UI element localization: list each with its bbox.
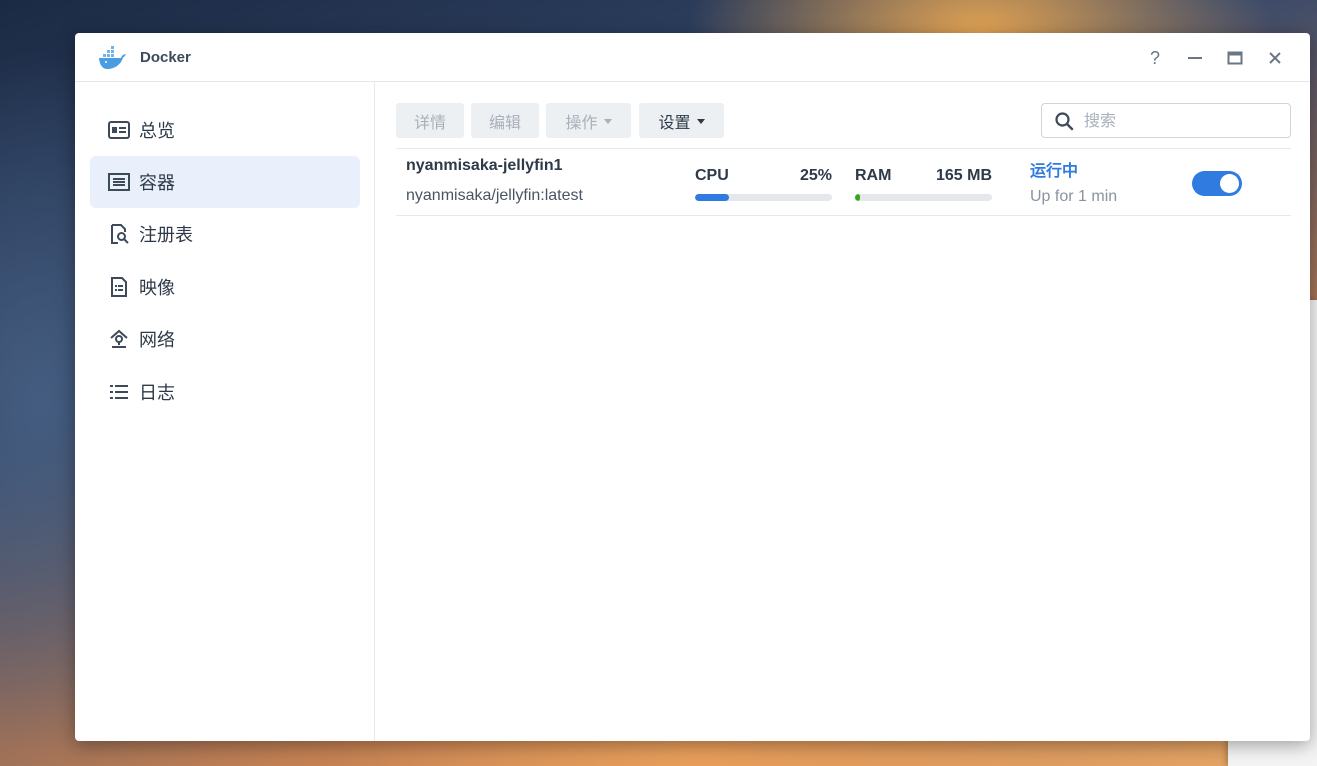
ram-usage-bar xyxy=(855,194,992,201)
caret-down-icon xyxy=(696,119,705,124)
sidebar: 总览 容器 注册表 映像 网络 日志 xyxy=(75,82,375,741)
table-row[interactable]: nyanmisaka-jellyfin1 nyanmisaka/jellyfin… xyxy=(396,149,1291,216)
edit-button[interactable]: 编辑 xyxy=(471,103,539,138)
sidebar-item-network[interactable]: 网络 xyxy=(90,313,360,365)
network-icon xyxy=(107,327,131,351)
sidebar-item-container[interactable]: 容器 xyxy=(90,156,360,208)
maximize-icon xyxy=(1227,51,1243,65)
status-badge: 运行中 xyxy=(1030,163,1079,180)
sidebar-item-label: 注册表 xyxy=(139,225,193,245)
log-icon xyxy=(107,380,131,404)
settings-button-label: 设置 xyxy=(658,114,691,132)
sidebar-item-label: 映像 xyxy=(139,278,175,298)
cpu-value: 25% xyxy=(799,167,832,184)
details-button[interactable]: 详情 xyxy=(396,103,464,138)
docker-window: Docker ? 总览 容器 注册表 映像 网络 日志 详情 编辑 操作 设置 … xyxy=(75,33,1310,741)
sidebar-item-image[interactable]: 映像 xyxy=(90,261,360,313)
sidebar-item-registry[interactable]: 注册表 xyxy=(90,208,360,260)
details-button-label: 详情 xyxy=(413,114,446,132)
cpu-usage-bar xyxy=(695,194,832,201)
container-icon xyxy=(107,170,131,194)
search-icon xyxy=(1055,112,1074,131)
action-button-label: 操作 xyxy=(565,114,598,132)
maximize-button[interactable] xyxy=(1223,46,1247,70)
search-input[interactable] xyxy=(1082,108,1286,135)
cpu-usage-fill xyxy=(695,194,730,201)
docker-whale-icon xyxy=(99,46,126,69)
ram-value: 165 MB xyxy=(935,167,992,184)
container-name: nyanmisaka-jellyfin1 xyxy=(406,157,563,174)
ram-label: RAM xyxy=(855,167,892,184)
container-toggle[interactable] xyxy=(1192,171,1242,196)
registry-icon xyxy=(107,222,131,246)
image-icon xyxy=(107,275,131,299)
cpu-label: CPU xyxy=(695,167,729,184)
window-title: Docker xyxy=(140,49,191,66)
caret-down-icon xyxy=(603,119,612,124)
search-box xyxy=(1041,103,1291,138)
help-button[interactable]: ? xyxy=(1143,46,1167,70)
sidebar-item-overview[interactable]: 总览 xyxy=(90,104,360,156)
minimize-icon xyxy=(1188,57,1202,59)
sidebar-item-label: 容器 xyxy=(139,173,175,193)
minimize-button[interactable] xyxy=(1183,46,1207,70)
help-icon: ? xyxy=(1149,47,1160,68)
sidebar-item-label: 日志 xyxy=(139,383,175,403)
toggle-knob xyxy=(1220,174,1239,193)
close-button[interactable] xyxy=(1263,46,1287,70)
edit-button-label: 编辑 xyxy=(488,114,521,132)
uptime-text: Up for 1 min xyxy=(1030,188,1118,205)
sidebar-item-label: 网络 xyxy=(139,330,175,350)
sidebar-item-log[interactable]: 日志 xyxy=(90,366,360,418)
action-dropdown-button[interactable]: 操作 xyxy=(546,103,631,138)
sidebar-item-label: 总览 xyxy=(139,121,175,141)
close-icon xyxy=(1269,52,1281,64)
main-panel: 详情 编辑 操作 设置 nyanmisaka-jellyfin1 nyanmis… xyxy=(375,82,1310,741)
title-bar: Docker ? xyxy=(75,33,1310,82)
overview-icon xyxy=(107,118,131,142)
container-image: nyanmisaka/jellyfin:latest xyxy=(406,187,583,204)
settings-dropdown-button[interactable]: 设置 xyxy=(639,103,724,138)
ram-usage-fill xyxy=(855,194,861,201)
